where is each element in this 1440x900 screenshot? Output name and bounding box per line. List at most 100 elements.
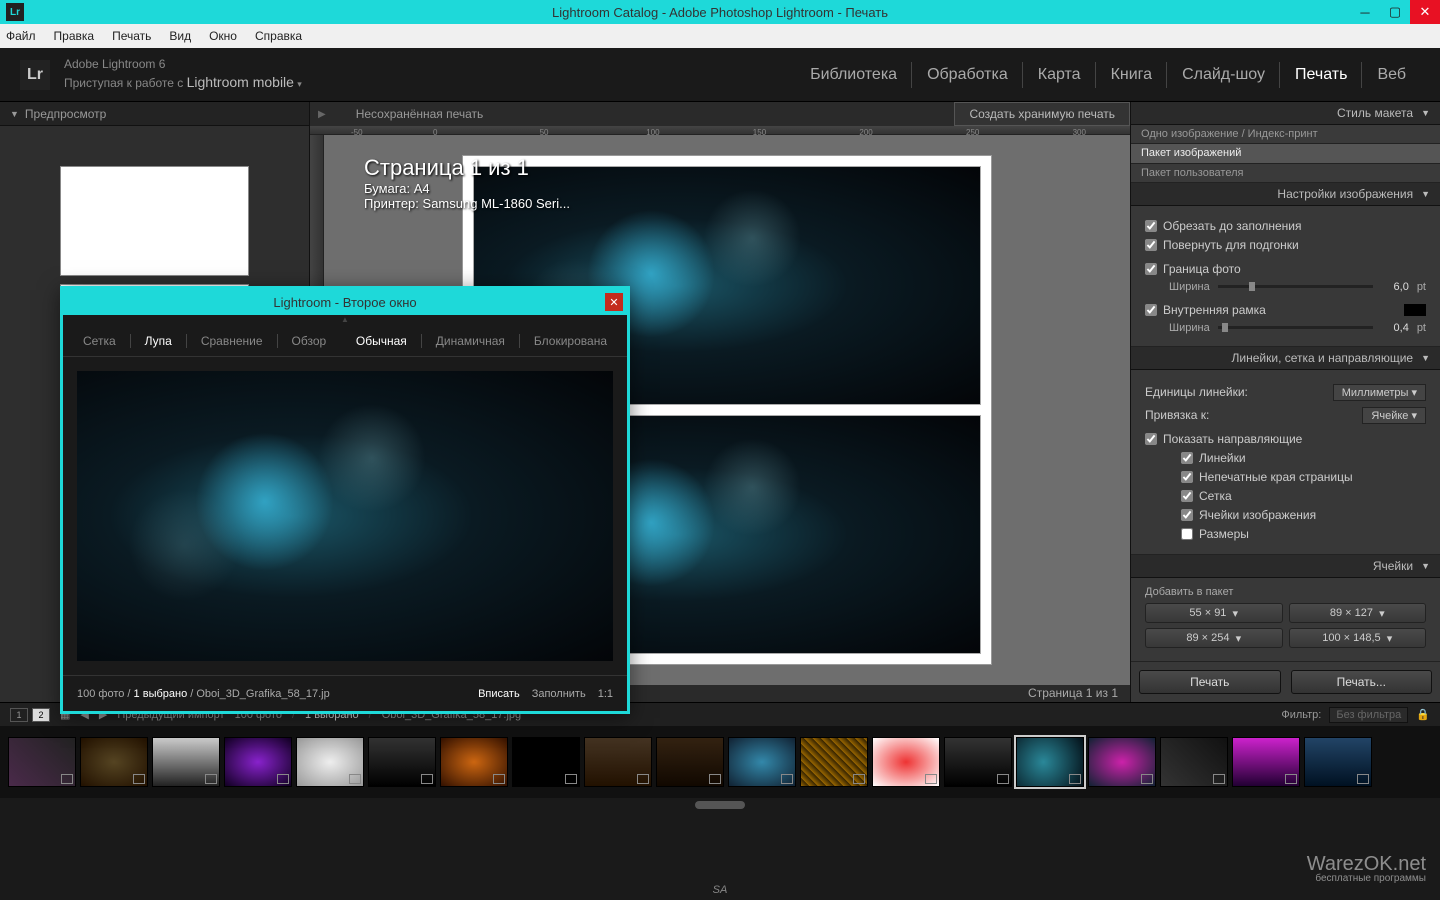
filmstrip-thumbnail[interactable]	[656, 737, 724, 787]
close-button[interactable]: ✕	[1410, 0, 1440, 24]
module-library[interactable]: Библиотека	[796, 62, 912, 88]
unsaved-print-label: Несохранённая печать	[326, 107, 484, 121]
filmstrip-scrollbar[interactable]	[0, 798, 1440, 812]
zoom-fit[interactable]: Вписать	[478, 688, 520, 700]
tab-compare[interactable]: Сравнение	[191, 330, 273, 352]
mobile-link[interactable]: Lightroom mobile	[187, 74, 294, 90]
cell-size-button[interactable]: 89 × 127 ▾	[1289, 603, 1427, 623]
titlebar-text: Lightroom Catalog - Adobe Photoshop Ligh…	[552, 5, 888, 20]
zoom-fill[interactable]: Заполнить	[532, 688, 586, 700]
module-map[interactable]: Карта	[1024, 62, 1096, 88]
border-width-slider[interactable]: Ширина 6,0 pt	[1169, 281, 1426, 293]
page-indicator: Страница 1 из 1	[1028, 686, 1118, 700]
filmstrip-thumbnail[interactable]	[800, 737, 868, 787]
show-guides-checkbox[interactable]: Показать направляющие	[1145, 432, 1426, 446]
module-slideshow[interactable]: Слайд-шоу	[1168, 62, 1280, 88]
inner-width-slider[interactable]: Ширина 0,4 pt	[1169, 322, 1426, 334]
filmstrip-thumbnail[interactable]	[584, 737, 652, 787]
menu-view[interactable]: Вид	[169, 29, 191, 43]
right-panel: Стиль макета▼ Одно изображение / Индекс-…	[1130, 102, 1440, 702]
filmstrip-thumbnail[interactable]	[152, 737, 220, 787]
add-to-package-label: Добавить в пакет	[1145, 586, 1426, 598]
crop-to-fill-checkbox[interactable]: Обрезать до заполнения	[1145, 219, 1426, 233]
filmstrip-thumbnail[interactable]	[1160, 737, 1228, 787]
filmstrip-thumbnail[interactable]	[1304, 737, 1372, 787]
cell-size-button[interactable]: 55 × 91 ▾	[1145, 603, 1283, 623]
guide-nonprint-checkbox[interactable]: Непечатные края страницы	[1181, 470, 1426, 484]
layout-style-package[interactable]: Пакет изображений	[1131, 144, 1440, 163]
guide-dimensions-checkbox[interactable]: Размеры	[1181, 527, 1426, 541]
tab-loupe[interactable]: Лупа	[135, 330, 182, 352]
photo-border-checkbox[interactable]: Граница фото	[1145, 262, 1426, 276]
filmstrip-thumbnail[interactable]	[512, 737, 580, 787]
filmstrip-thumbnail[interactable]	[728, 737, 796, 787]
filmstrip-thumbnail[interactable]	[1232, 737, 1300, 787]
cell-size-button[interactable]: 89 × 254 ▾	[1145, 628, 1283, 648]
preview-thumbnail[interactable]	[60, 166, 249, 276]
chevron-right-icon[interactable]: ▶	[318, 109, 326, 120]
guide-rulers-checkbox[interactable]: Линейки	[1181, 451, 1426, 465]
center-toolbar: ▶ Несохранённая печать Создать хранимую …	[310, 102, 1130, 126]
preview-label: Предпросмотр	[25, 107, 106, 121]
minimize-button[interactable]: ─	[1350, 0, 1380, 24]
tab-normal[interactable]: Обычная	[346, 330, 417, 352]
filter-dropdown[interactable]: Без фильтра	[1329, 707, 1408, 723]
filmstrip-thumbnail[interactable]	[872, 737, 940, 787]
rulers-grid-guides-header[interactable]: Линейки, сетка и направляющие▼	[1131, 347, 1440, 370]
inner-frame-checkbox[interactable]: Внутренняя рамка	[1145, 303, 1426, 317]
menu-window[interactable]: Окно	[209, 29, 237, 43]
tab-live[interactable]: Динамичная	[426, 330, 515, 352]
filmstrip-thumbnail[interactable]	[1088, 737, 1156, 787]
module-web[interactable]: Веб	[1363, 62, 1420, 88]
monitor-1-button[interactable]: 1	[10, 708, 28, 722]
image-settings-header[interactable]: Настройки изображения▼	[1131, 183, 1440, 206]
identity-plate: Adobe Lightroom 6 Приступая к работе с L…	[64, 57, 302, 91]
filmstrip-thumbnail[interactable]	[8, 737, 76, 787]
menu-help[interactable]: Справка	[255, 29, 302, 43]
filmstrip[interactable]	[0, 726, 1440, 798]
snap-select[interactable]: Ячейке ▾	[1362, 407, 1426, 424]
tab-survey[interactable]: Обзор	[282, 330, 337, 352]
filmstrip-thumbnail[interactable]	[368, 737, 436, 787]
guide-cells-checkbox[interactable]: Ячейки изображения	[1181, 508, 1426, 522]
cell-size-button[interactable]: 100 × 148,5 ▾	[1289, 628, 1427, 648]
rotate-to-fit-checkbox[interactable]: Повернуть для подгонки	[1145, 238, 1426, 252]
module-develop[interactable]: Обработка	[913, 62, 1023, 88]
tab-locked[interactable]: Блокирована	[524, 330, 617, 352]
menu-print[interactable]: Печать	[112, 29, 151, 43]
module-book[interactable]: Книга	[1097, 62, 1167, 88]
secondary-close-button[interactable]: ✕	[605, 293, 623, 311]
filmstrip-thumbnail[interactable]	[224, 737, 292, 787]
cells-header[interactable]: Ячейки▼	[1131, 555, 1440, 578]
guide-grid-checkbox[interactable]: Сетка	[1181, 489, 1426, 503]
ruler-units-select[interactable]: Миллиметры ▾	[1333, 384, 1426, 401]
layout-style-header[interactable]: Стиль макета▼	[1131, 102, 1440, 125]
preview-panel-header[interactable]: ▼ Предпросмотр	[0, 102, 309, 126]
secondary-footer: 100 фото / 1 выбрано / Oboi_3D_Grafika_5…	[63, 675, 627, 711]
filter-lock-icon[interactable]: 🔒	[1416, 708, 1430, 721]
secondary-window-titlebar[interactable]: Lightroom - Второе окно ✕	[63, 289, 627, 315]
menu-edit[interactable]: Правка	[54, 29, 95, 43]
filmstrip-thumbnail[interactable]	[440, 737, 508, 787]
menu-file[interactable]: Файл	[6, 29, 36, 43]
zoom-1to1[interactable]: 1:1	[598, 688, 613, 700]
module-picker: Библиотека Обработка Карта Книга Слайд-ш…	[796, 62, 1420, 88]
print-buttons-row: Печать Печать...	[1131, 662, 1440, 702]
filmstrip-thumbnail[interactable]	[1016, 737, 1084, 787]
panel-collapse-icon[interactable]: ▲	[63, 315, 627, 325]
monitor-2-button[interactable]: 2	[32, 708, 50, 722]
layout-style-single[interactable]: Одно изображение / Индекс-принт	[1131, 125, 1440, 144]
module-print[interactable]: Печать	[1281, 62, 1362, 88]
print-dialog-button[interactable]: Печать...	[1291, 670, 1433, 694]
chevron-down-icon[interactable]: ▾	[297, 79, 302, 89]
tab-grid[interactable]: Сетка	[73, 330, 126, 352]
maximize-button[interactable]: ▢	[1380, 0, 1410, 24]
layout-style-custom[interactable]: Пакет пользователя	[1131, 164, 1440, 183]
filmstrip-thumbnail[interactable]	[296, 737, 364, 787]
filmstrip-thumbnail[interactable]	[944, 737, 1012, 787]
print-button[interactable]: Печать	[1139, 670, 1281, 694]
secondary-image[interactable]	[77, 371, 613, 661]
filmstrip-thumbnail[interactable]	[80, 737, 148, 787]
logo: Lr	[20, 60, 50, 90]
create-saved-print-button[interactable]: Создать хранимую печать	[954, 102, 1130, 126]
